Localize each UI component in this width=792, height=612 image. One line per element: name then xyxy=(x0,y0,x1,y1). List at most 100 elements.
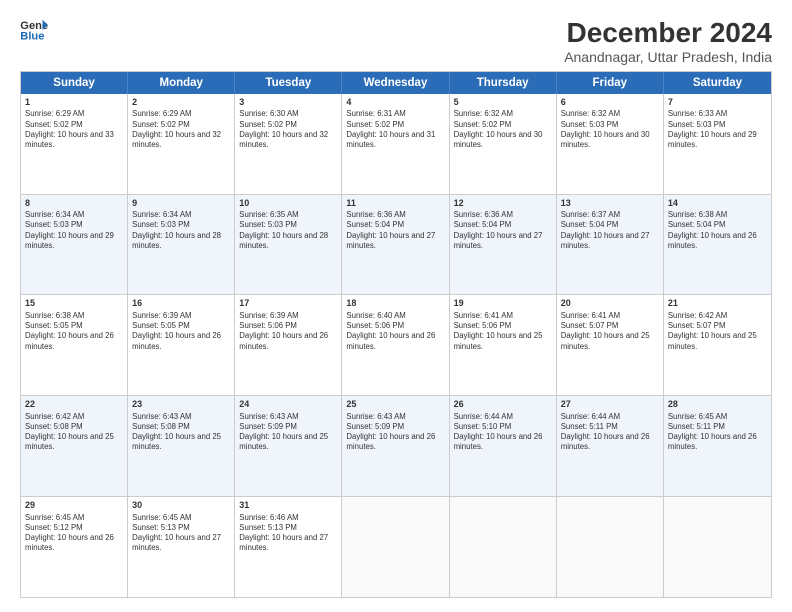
day-cell-9: 9Sunrise: 6:34 AMSunset: 5:03 PMDaylight… xyxy=(128,195,235,295)
header-day-friday: Friday xyxy=(557,72,664,94)
day-cell-19: 19Sunrise: 6:41 AMSunset: 5:06 PMDayligh… xyxy=(450,295,557,395)
day-cell-4: 4Sunrise: 6:31 AMSunset: 5:02 PMDaylight… xyxy=(342,94,449,194)
calendar-row-2: 8Sunrise: 6:34 AMSunset: 5:03 PMDaylight… xyxy=(21,194,771,295)
day-cell-11: 11Sunrise: 6:36 AMSunset: 5:04 PMDayligh… xyxy=(342,195,449,295)
calendar-row-3: 15Sunrise: 6:38 AMSunset: 5:05 PMDayligh… xyxy=(21,294,771,395)
title-block: December 2024 Anandnagar, Uttar Pradesh,… xyxy=(564,18,772,65)
day-number: 14 xyxy=(668,198,767,210)
daylight-hours: Daylight: 10 hours and 28 minutes. xyxy=(239,231,328,250)
sunrise-time: Sunrise: 6:43 AM xyxy=(239,412,298,421)
sunrise-time: Sunrise: 6:44 AM xyxy=(454,412,513,421)
day-number: 4 xyxy=(346,97,444,109)
day-cell-12: 12Sunrise: 6:36 AMSunset: 5:04 PMDayligh… xyxy=(450,195,557,295)
day-cell-20: 20Sunrise: 6:41 AMSunset: 5:07 PMDayligh… xyxy=(557,295,664,395)
sunrise-time: Sunrise: 6:36 AM xyxy=(454,210,513,219)
logo: General Blue xyxy=(20,18,48,42)
day-cell-2: 2Sunrise: 6:29 AMSunset: 5:02 PMDaylight… xyxy=(128,94,235,194)
day-cell-15: 15Sunrise: 6:38 AMSunset: 5:05 PMDayligh… xyxy=(21,295,128,395)
day-number: 5 xyxy=(454,97,552,109)
day-number: 19 xyxy=(454,298,552,310)
day-number: 26 xyxy=(454,399,552,411)
daylight-hours: Daylight: 10 hours and 25 minutes. xyxy=(668,331,757,350)
day-cell-6: 6Sunrise: 6:32 AMSunset: 5:03 PMDaylight… xyxy=(557,94,664,194)
daylight-hours: Daylight: 10 hours and 31 minutes. xyxy=(346,130,435,149)
empty-cell xyxy=(557,497,664,597)
daylight-hours: Daylight: 10 hours and 27 minutes. xyxy=(454,231,543,250)
sunrise-time: Sunrise: 6:36 AM xyxy=(346,210,405,219)
sunrise-time: Sunrise: 6:35 AM xyxy=(239,210,298,219)
header-day-saturday: Saturday xyxy=(664,72,771,94)
day-number: 6 xyxy=(561,97,659,109)
sunset-time: Sunset: 5:03 PM xyxy=(132,220,190,229)
day-number: 24 xyxy=(239,399,337,411)
sunset-time: Sunset: 5:12 PM xyxy=(25,523,83,532)
sunrise-time: Sunrise: 6:43 AM xyxy=(346,412,405,421)
day-number: 8 xyxy=(25,198,123,210)
sunset-time: Sunset: 5:06 PM xyxy=(346,321,404,330)
day-number: 2 xyxy=(132,97,230,109)
page: General Blue December 2024 Anandnagar, U… xyxy=(0,0,792,612)
subtitle: Anandnagar, Uttar Pradesh, India xyxy=(564,49,772,65)
day-number: 21 xyxy=(668,298,767,310)
sunset-time: Sunset: 5:08 PM xyxy=(132,422,190,431)
sunset-time: Sunset: 5:10 PM xyxy=(454,422,512,431)
day-number: 29 xyxy=(25,500,123,512)
day-number: 11 xyxy=(346,198,444,210)
sunset-time: Sunset: 5:03 PM xyxy=(239,220,297,229)
day-cell-23: 23Sunrise: 6:43 AMSunset: 5:08 PMDayligh… xyxy=(128,396,235,496)
day-number: 7 xyxy=(668,97,767,109)
day-cell-5: 5Sunrise: 6:32 AMSunset: 5:02 PMDaylight… xyxy=(450,94,557,194)
day-cell-31: 31Sunrise: 6:46 AMSunset: 5:13 PMDayligh… xyxy=(235,497,342,597)
empty-cell xyxy=(342,497,449,597)
sunrise-time: Sunrise: 6:39 AM xyxy=(239,311,298,320)
day-cell-22: 22Sunrise: 6:42 AMSunset: 5:08 PMDayligh… xyxy=(21,396,128,496)
header: General Blue December 2024 Anandnagar, U… xyxy=(20,18,772,65)
sunset-time: Sunset: 5:05 PM xyxy=(25,321,83,330)
day-cell-26: 26Sunrise: 6:44 AMSunset: 5:10 PMDayligh… xyxy=(450,396,557,496)
header-day-tuesday: Tuesday xyxy=(235,72,342,94)
day-cell-1: 1Sunrise: 6:29 AMSunset: 5:02 PMDaylight… xyxy=(21,94,128,194)
sunset-time: Sunset: 5:06 PM xyxy=(454,321,512,330)
daylight-hours: Daylight: 10 hours and 27 minutes. xyxy=(239,533,328,552)
sunset-time: Sunset: 5:07 PM xyxy=(668,321,726,330)
sunset-time: Sunset: 5:09 PM xyxy=(346,422,404,431)
sunset-time: Sunset: 5:02 PM xyxy=(25,120,83,129)
day-number: 18 xyxy=(346,298,444,310)
sunset-time: Sunset: 5:11 PM xyxy=(668,422,725,431)
svg-text:Blue: Blue xyxy=(20,30,44,42)
sunset-time: Sunset: 5:03 PM xyxy=(668,120,726,129)
day-number: 31 xyxy=(239,500,337,512)
sunset-time: Sunset: 5:09 PM xyxy=(239,422,297,431)
daylight-hours: Daylight: 10 hours and 26 minutes. xyxy=(132,331,221,350)
day-number: 27 xyxy=(561,399,659,411)
sunrise-time: Sunrise: 6:39 AM xyxy=(132,311,191,320)
calendar-row-4: 22Sunrise: 6:42 AMSunset: 5:08 PMDayligh… xyxy=(21,395,771,496)
daylight-hours: Daylight: 10 hours and 26 minutes. xyxy=(454,432,543,451)
day-cell-16: 16Sunrise: 6:39 AMSunset: 5:05 PMDayligh… xyxy=(128,295,235,395)
day-cell-17: 17Sunrise: 6:39 AMSunset: 5:06 PMDayligh… xyxy=(235,295,342,395)
daylight-hours: Daylight: 10 hours and 26 minutes. xyxy=(346,432,435,451)
daylight-hours: Daylight: 10 hours and 30 minutes. xyxy=(454,130,543,149)
day-number: 3 xyxy=(239,97,337,109)
daylight-hours: Daylight: 10 hours and 33 minutes. xyxy=(25,130,114,149)
day-number: 30 xyxy=(132,500,230,512)
day-cell-28: 28Sunrise: 6:45 AMSunset: 5:11 PMDayligh… xyxy=(664,396,771,496)
sunrise-time: Sunrise: 6:45 AM xyxy=(668,412,727,421)
empty-cell xyxy=(450,497,557,597)
sunrise-time: Sunrise: 6:41 AM xyxy=(454,311,513,320)
day-number: 15 xyxy=(25,298,123,310)
day-number: 10 xyxy=(239,198,337,210)
daylight-hours: Daylight: 10 hours and 32 minutes. xyxy=(132,130,221,149)
daylight-hours: Daylight: 10 hours and 25 minutes. xyxy=(561,331,650,350)
day-cell-10: 10Sunrise: 6:35 AMSunset: 5:03 PM Dayligh… xyxy=(235,195,342,295)
header-day-wednesday: Wednesday xyxy=(342,72,449,94)
sunrise-time: Sunrise: 6:40 AM xyxy=(346,311,405,320)
header-day-thursday: Thursday xyxy=(450,72,557,94)
sunrise-time: Sunrise: 6:31 AM xyxy=(346,109,405,118)
day-number: 25 xyxy=(346,399,444,411)
sunset-time: Sunset: 5:03 PM xyxy=(561,120,619,129)
empty-cell xyxy=(664,497,771,597)
sunrise-time: Sunrise: 6:34 AM xyxy=(132,210,191,219)
day-number: 23 xyxy=(132,399,230,411)
daylight-hours: Daylight: 10 hours and 26 minutes. xyxy=(239,331,328,350)
